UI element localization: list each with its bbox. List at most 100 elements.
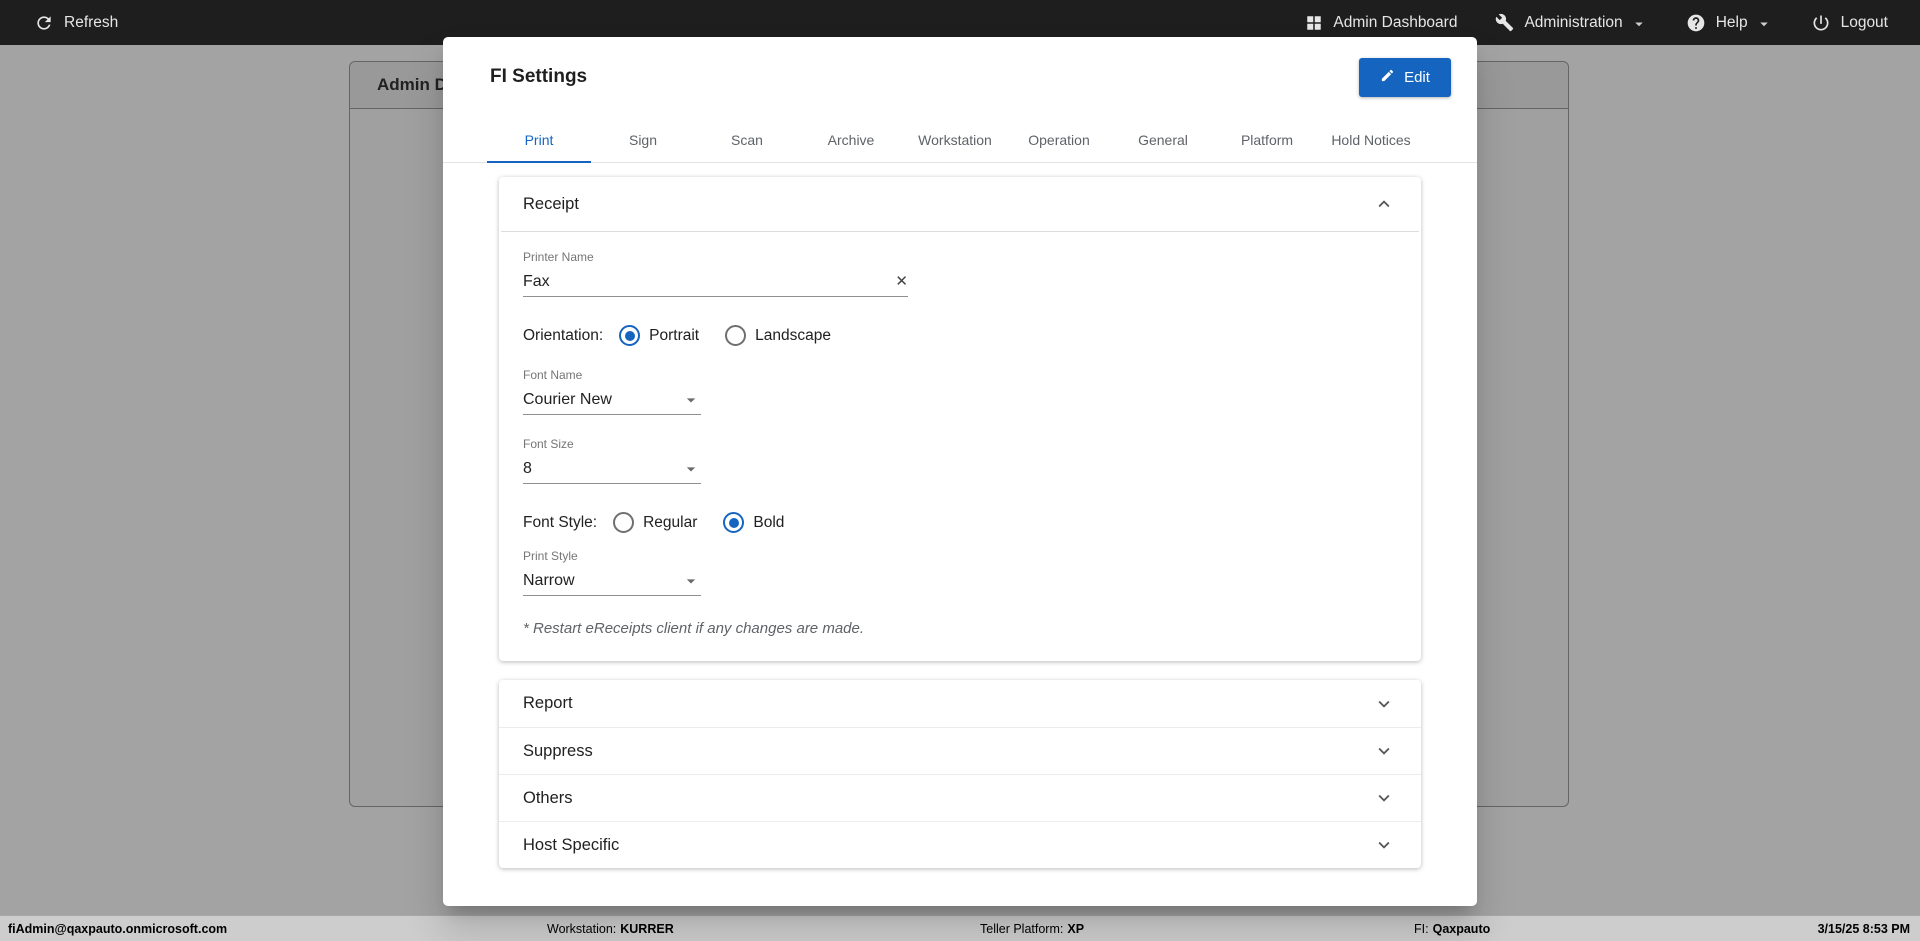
refresh-icon xyxy=(34,13,54,33)
radio-portrait-label: Portrait xyxy=(649,326,700,344)
font-size-field: Font Size 8 xyxy=(523,437,1397,484)
workstation-status: Workstation: KURRER xyxy=(547,922,674,936)
font-name-value: Courier New xyxy=(523,390,612,408)
receipt-panel-title: Receipt xyxy=(523,194,579,213)
radio-bold[interactable]: Bold xyxy=(723,512,784,533)
settings-tabs: Print Sign Scan Archive Workstation Oper… xyxy=(443,117,1477,163)
others-panel-header[interactable]: Others xyxy=(499,774,1421,821)
printer-name-label: Printer Name xyxy=(523,250,594,264)
printer-name-field: Printer Name ✕ xyxy=(523,250,1397,297)
teller-platform-status: Teller Platform: XP xyxy=(980,922,1084,936)
pencil-icon xyxy=(1380,68,1395,87)
font-name-field: Font Name Courier New xyxy=(523,368,1397,415)
report-panel-title: Report xyxy=(523,694,573,712)
print-style-label: Print Style xyxy=(523,549,578,563)
chevron-down-icon xyxy=(681,390,701,410)
others-panel-title: Others xyxy=(523,788,573,807)
radio-bold-label: Bold xyxy=(753,513,785,531)
font-style-label: Font Style: xyxy=(523,513,598,531)
tab-print[interactable]: Print xyxy=(487,117,591,163)
wrench-icon xyxy=(1495,13,1514,32)
administration-label: Administration xyxy=(1524,13,1623,31)
radio-regular[interactable]: Regular xyxy=(613,512,697,533)
help-icon xyxy=(1686,13,1706,33)
fi-label: FI: xyxy=(1414,921,1429,936)
chevron-up-icon xyxy=(1373,193,1395,215)
tab-workstation[interactable]: Workstation xyxy=(903,117,1007,162)
datetime: 3/15/25 8:53 PM xyxy=(1817,921,1910,936)
suppress-panel-header[interactable]: Suppress xyxy=(499,727,1421,774)
dashboard-icon xyxy=(1305,14,1323,32)
screen: Refresh Admin Dashboard Administration H… xyxy=(0,0,1920,941)
print-style-value: Narrow xyxy=(523,571,575,589)
receipt-panel: Receipt Printer Name ✕ xyxy=(499,177,1421,661)
radio-circle xyxy=(725,325,747,346)
admin-dashboard-button[interactable]: Admin Dashboard xyxy=(1305,14,1457,32)
radio-portrait[interactable]: Portrait xyxy=(619,325,699,346)
dialog-title: FI Settings xyxy=(490,66,588,87)
tab-sign[interactable]: Sign xyxy=(591,117,695,162)
printer-name-input[interactable] xyxy=(523,272,888,291)
chevron-down-icon xyxy=(681,459,701,479)
tab-scan[interactable]: Scan xyxy=(695,117,799,162)
dialog-content: Receipt Printer Name ✕ xyxy=(443,163,1477,906)
tab-archive[interactable]: Archive xyxy=(799,117,903,162)
font-size-value: 8 xyxy=(523,459,532,477)
host-specific-panel-title: Host Specific xyxy=(523,835,620,854)
status-bar: fiAdmin@qaxpauto.onmicrosoft.com Worksta… xyxy=(0,915,1920,941)
teller-platform-label: Teller Platform: xyxy=(980,921,1064,936)
radio-circle xyxy=(619,325,641,346)
host-specific-panel-header[interactable]: Host Specific xyxy=(499,821,1421,868)
logout-label: Logout xyxy=(1840,13,1888,31)
collapsed-panels: Report Suppress Others Host Specific xyxy=(499,680,1421,868)
font-name-label: Font Name xyxy=(523,368,583,382)
workstation-value: KURRER xyxy=(620,921,674,936)
user-email: fiAdmin@qaxpauto.onmicrosoft.com xyxy=(8,921,228,936)
fi-value: Qaxpauto xyxy=(1432,921,1491,936)
receipt-panel-header[interactable]: Receipt xyxy=(499,177,1421,231)
fi-status: FI: Qaxpauto xyxy=(1414,922,1490,936)
edit-button-label: Edit xyxy=(1404,68,1430,86)
suppress-panel-title: Suppress xyxy=(523,741,593,760)
chevron-down-icon xyxy=(1755,15,1773,33)
tab-hold-notices[interactable]: Hold Notices xyxy=(1319,117,1423,162)
tab-platform[interactable]: Platform xyxy=(1215,117,1319,162)
print-style-select[interactable]: Narrow xyxy=(523,566,701,596)
tab-general[interactable]: General xyxy=(1111,117,1215,162)
font-style-field: Font Style: Regular Bold xyxy=(523,512,1397,533)
font-name-select[interactable]: Courier New xyxy=(523,385,701,415)
report-panel-header[interactable]: Report xyxy=(499,680,1421,727)
chevron-down-icon xyxy=(1373,693,1395,715)
radio-circle xyxy=(613,512,635,533)
help-label: Help xyxy=(1715,13,1748,31)
receipt-panel-body: Printer Name ✕ Orientation: Portrait xyxy=(499,232,1421,661)
refresh-button[interactable]: Refresh xyxy=(34,13,118,33)
radio-circle xyxy=(723,512,745,533)
refresh-label: Refresh xyxy=(64,13,119,31)
tab-operation[interactable]: Operation xyxy=(1007,117,1111,162)
radio-regular-label: Regular xyxy=(643,513,698,531)
clear-icon[interactable]: ✕ xyxy=(887,274,908,289)
orientation-label: Orientation: xyxy=(523,326,604,344)
workstation-label: Workstation: xyxy=(547,921,617,936)
font-size-label: Font Size xyxy=(523,437,574,451)
dialog-header: FI Settings Edit xyxy=(443,37,1477,117)
radio-landscape[interactable]: Landscape xyxy=(725,325,831,346)
chevron-down-icon xyxy=(1630,15,1648,33)
help-menu[interactable]: Help xyxy=(1686,12,1773,33)
fi-settings-dialog: FI Settings Edit Print Sign Scan Archive… xyxy=(443,37,1477,906)
chevron-down-icon xyxy=(1373,740,1395,762)
font-size-select[interactable]: 8 xyxy=(523,454,701,484)
chevron-down-icon xyxy=(1373,787,1395,809)
edit-button[interactable]: Edit xyxy=(1359,57,1451,97)
chevron-down-icon xyxy=(681,571,701,591)
teller-platform-value: XP xyxy=(1067,921,1085,936)
admin-dashboard-label: Admin Dashboard xyxy=(1333,13,1458,31)
orientation-field: Orientation: Portrait Landscape xyxy=(523,325,1397,346)
chevron-down-icon xyxy=(1373,834,1395,856)
radio-landscape-label: Landscape xyxy=(755,326,831,344)
power-icon xyxy=(1811,13,1831,33)
restart-note: * Restart eReceipts client if any change… xyxy=(523,620,865,637)
administration-menu[interactable]: Administration xyxy=(1495,12,1647,33)
logout-button[interactable]: Logout xyxy=(1811,13,1888,33)
